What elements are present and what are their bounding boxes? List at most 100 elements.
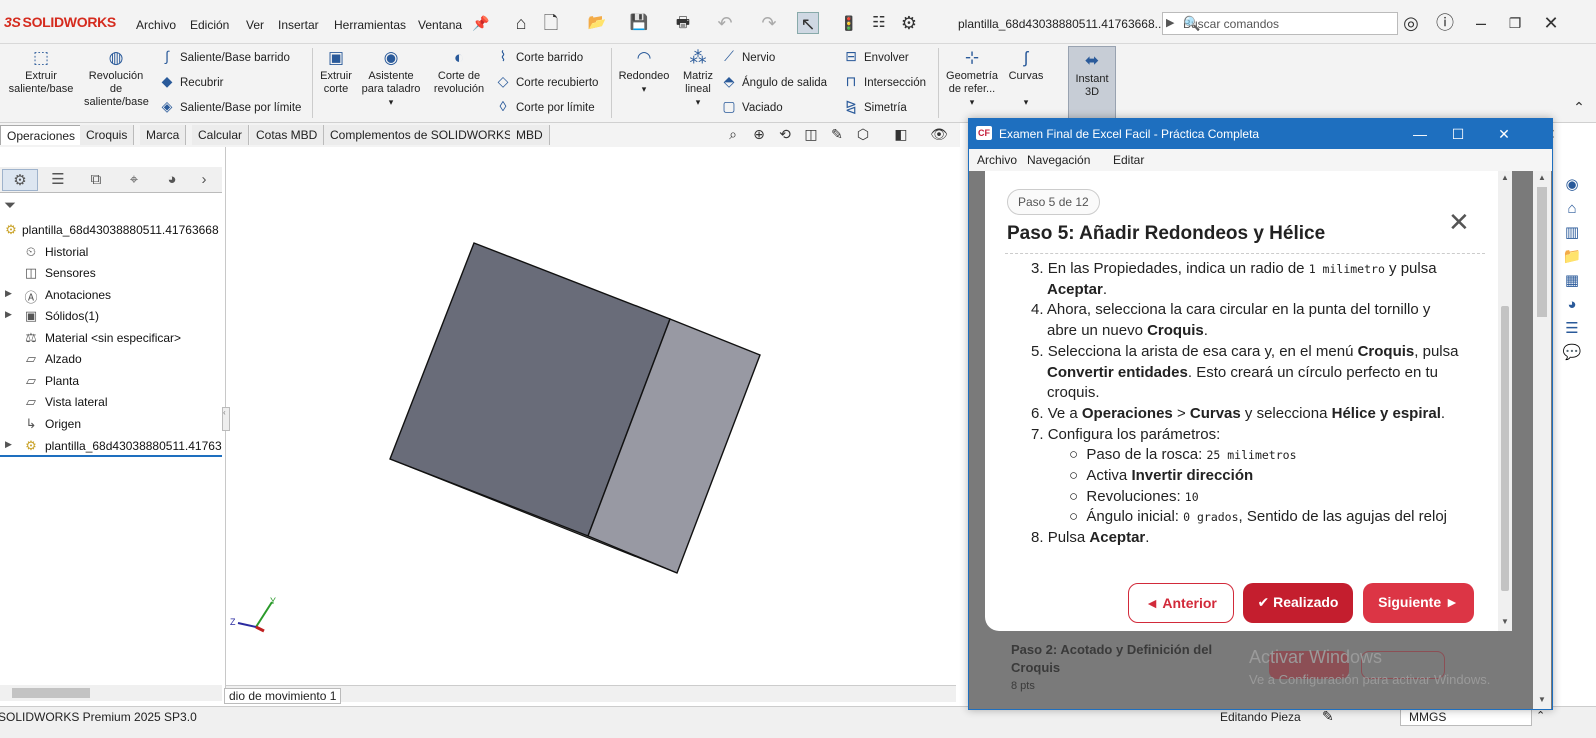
home-icon[interactable]: ⌂ xyxy=(510,12,532,34)
menu-archivo[interactable]: Archivo xyxy=(977,153,1017,167)
curves-button[interactable]: ʃ Curvas ▾ xyxy=(1004,48,1048,109)
part-model-view[interactable]: Y Z xyxy=(226,147,956,702)
chevron-down-icon[interactable]: ▾ xyxy=(1024,97,1029,107)
forum-icon[interactable]: 💬 xyxy=(1561,342,1583,364)
chevron-down-icon[interactable]: ▾ xyxy=(696,97,701,107)
help-icon[interactable]: ⓘ xyxy=(1434,12,1456,34)
menu-ventana[interactable]: Ventana xyxy=(418,18,462,32)
feature-tree-tab-icon[interactable]: ⚙ xyxy=(2,169,38,191)
tree-item-material[interactable]: ⚖ Material <sin especificar> xyxy=(0,329,222,349)
units-select[interactable]: MMGS xyxy=(1400,708,1532,726)
custom-properties-icon[interactable]: ☰ xyxy=(1561,318,1583,340)
zoom-to-fit-icon[interactable]: ⌕ xyxy=(722,123,744,145)
horizontal-scrollbar[interactable] xyxy=(0,685,222,701)
menu-navegacion[interactable]: Navegación xyxy=(1027,153,1090,167)
display-manager-tab-icon[interactable]: ◕ xyxy=(154,169,190,191)
menu-editar[interactable]: Editar xyxy=(1113,153,1144,167)
save-icon[interactable]: 💾 xyxy=(628,12,650,34)
traffic-light-icon[interactable]: 🚦 xyxy=(838,12,860,34)
solidworks-logo[interactable]: 3S SOLIDWORKS xyxy=(4,14,116,30)
tree-item-feature[interactable]: ▶ ⚙ plantilla_68d43038880511.4176366 xyxy=(0,437,222,457)
tab-operaciones[interactable]: Operaciones xyxy=(0,125,83,145)
chevron-down-icon[interactable]: ▾ xyxy=(970,97,975,107)
search-commands-box[interactable]: ▶ Buscar comandos 🔍 xyxy=(1162,12,1398,35)
file-explorer-icon[interactable]: 📁 xyxy=(1561,246,1583,268)
dimxpert-tab-icon[interactable]: ⌖ xyxy=(116,169,152,191)
collapse-ribbon-icon[interactable]: ⌃ xyxy=(1568,96,1590,118)
options-gear-icon[interactable]: ⚙ xyxy=(898,12,920,34)
menu-ver[interactable]: Ver xyxy=(246,18,264,32)
solidworks-resources-icon[interactable]: ◉ xyxy=(1561,174,1583,196)
design-library-icon[interactable]: ▥ xyxy=(1561,222,1583,244)
close-app-icon[interactable]: ✕ xyxy=(1540,12,1562,34)
extrude-cut-button[interactable]: ▣ Extruir corte xyxy=(316,48,356,96)
zoom-area-icon[interactable]: ⊕ xyxy=(748,123,770,145)
view-palette-icon[interactable]: ▦ xyxy=(1561,270,1583,292)
tree-item-alzado[interactable]: ▱ Alzado xyxy=(0,350,222,370)
shell-button[interactable]: ▢ Vaciado xyxy=(720,98,782,115)
tab-motion-study[interactable]: dio de movimiento 1 xyxy=(224,688,342,704)
search-icon[interactable]: 🔍 xyxy=(1183,15,1375,32)
next-button[interactable]: Siguiente ► xyxy=(1363,583,1474,623)
previous-button[interactable]: ◄ Anterior xyxy=(1128,583,1234,623)
done-button[interactable]: ✔ Realizado xyxy=(1243,583,1353,623)
chevron-up-icon[interactable]: ⌃ xyxy=(1536,709,1545,722)
window-scrollbar[interactable]: ▲ ▼ xyxy=(1533,171,1551,709)
draft-button[interactable]: ⬘ Ángulo de salida xyxy=(720,73,827,90)
view-orientation-icon[interactable]: ⬡ xyxy=(852,123,874,145)
previous-view-icon[interactable]: ⟲ xyxy=(774,123,796,145)
filter-icon[interactable]: ⏷ xyxy=(4,197,16,214)
tab-complementos[interactable]: Complementos de SOLIDWORKS xyxy=(324,125,520,145)
appearances-icon[interactable]: ◕ xyxy=(1561,294,1583,316)
chevron-down-icon[interactable]: ▾ xyxy=(389,97,394,107)
new-document-icon[interactable]: 🗋 xyxy=(540,12,562,34)
rib-button[interactable]: ⟋ Nervio xyxy=(720,48,775,65)
dynamic-annotation-icon[interactable]: ✎ xyxy=(826,123,848,145)
tab-calcular[interactable]: Calcular xyxy=(192,125,250,145)
tab-croquis[interactable]: Croquis xyxy=(80,125,135,145)
instant3d-button[interactable]: ⬌ Instant 3D xyxy=(1068,46,1116,122)
restore-icon[interactable]: ❐ xyxy=(1504,12,1526,34)
tree-item-historial[interactable]: ⏲ Historial xyxy=(0,243,222,263)
display-style-icon[interactable]: ◧ xyxy=(890,123,912,145)
rebuild-icon[interactable]: ✎ xyxy=(1322,708,1334,725)
hole-wizard-button[interactable]: ◉ Asistente para taladro ▾ xyxy=(358,48,424,109)
mirror-button[interactable]: ⧎ Simetría xyxy=(842,98,907,115)
wrap-button[interactable]: ⊟ Envolver xyxy=(842,48,909,65)
chevron-right-icon[interactable]: › xyxy=(192,169,216,191)
extrude-boss-button[interactable]: ⬚ Extruir saliente/base xyxy=(6,48,76,96)
expand-arrow-icon[interactable]: ▶ xyxy=(5,439,12,450)
tree-item-anotaciones[interactable]: ▶ Ⓐ Anotaciones xyxy=(0,286,222,306)
undo-icon[interactable]: ↶ xyxy=(714,12,736,34)
section-view-icon[interactable]: ◫ xyxy=(800,123,822,145)
close-icon[interactable]: ✕ xyxy=(1489,123,1519,145)
tab-cotas-mbd[interactable]: Cotas MBD xyxy=(250,125,325,145)
redo-icon[interactable]: ↷ xyxy=(758,12,780,34)
reference-geometry-button[interactable]: ⊹ Geometría de refer... ▾ xyxy=(942,48,1002,109)
scroll-up-icon[interactable]: ▲ xyxy=(1538,173,1546,182)
loft-cut-button[interactable]: ◇ Corte recubierto xyxy=(494,73,599,90)
linear-pattern-button[interactable]: ⁂ Matriz lineal ▾ xyxy=(678,48,718,109)
minimize-icon[interactable]: – xyxy=(1470,12,1492,34)
scroll-up-icon[interactable]: ▲ xyxy=(1501,173,1509,182)
menu-archivo[interactable]: Archivo xyxy=(136,18,176,32)
scroll-down-icon[interactable]: ▼ xyxy=(1501,617,1509,626)
scrollbar-thumb[interactable] xyxy=(1501,306,1509,591)
menu-herramientas[interactable]: Herramientas xyxy=(334,18,406,32)
home-icon[interactable]: ⌂ xyxy=(1561,198,1583,220)
maximize-icon[interactable]: ☐ xyxy=(1443,123,1473,145)
scrollbar-thumb[interactable] xyxy=(12,688,90,698)
tree-item-sensores[interactable]: ◫ Sensores xyxy=(0,264,222,284)
tree-item-planta[interactable]: ▱ Planta xyxy=(0,372,222,392)
intersect-button[interactable]: ⊓ Intersección xyxy=(842,73,926,90)
expand-arrow-icon[interactable]: ▶ xyxy=(5,309,12,320)
tab-marca[interactable]: Marca xyxy=(140,125,187,145)
close-icon[interactable]: ✕ xyxy=(1448,209,1470,235)
loft-boss-button[interactable]: ◆ Recubrir xyxy=(158,73,224,90)
boundary-cut-button[interactable]: ◊ Corte por límite xyxy=(494,98,595,114)
swept-cut-button[interactable]: ⌇ Corte barrido xyxy=(494,48,584,65)
fillet-button[interactable]: ◠ Redondeo ▾ xyxy=(615,48,673,96)
open-icon[interactable]: 📂 xyxy=(586,12,608,34)
scroll-down-icon[interactable]: ▼ xyxy=(1538,695,1546,704)
swept-boss-button[interactable]: ∫ Saliente/Base barrido xyxy=(158,48,290,64)
